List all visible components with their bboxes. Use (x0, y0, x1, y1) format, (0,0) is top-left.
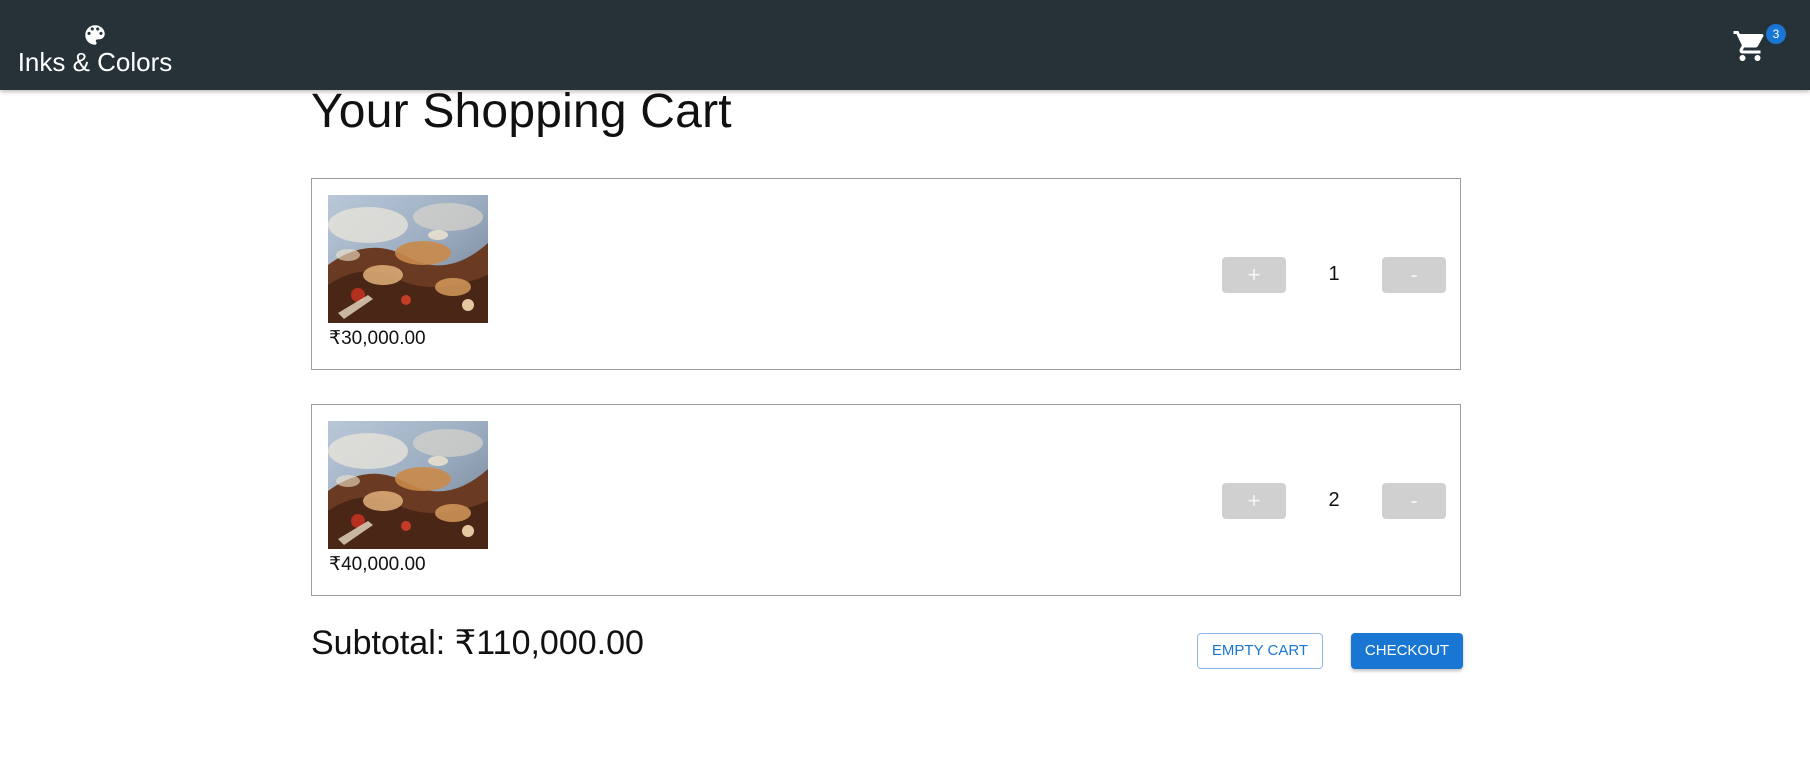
palette-icon (82, 22, 108, 48)
decrease-quantity-button[interactable]: - (1382, 483, 1446, 519)
cart-item: ₹30,000.00 + 1 - (311, 178, 1461, 370)
subtotal: Subtotal: ₹110,000.00 (311, 624, 644, 662)
cart-count-badge: 3 (1766, 24, 1786, 44)
item-quantity: 1 (1328, 263, 1340, 285)
page-title: Your Shopping Cart (311, 85, 732, 138)
product-image (328, 195, 488, 323)
app-bar: Inks & Colors 3 (0, 0, 1810, 90)
decrease-quantity-button[interactable]: - (1382, 257, 1446, 293)
brand-name: Inks & Colors (17, 47, 173, 77)
brand-link[interactable]: Inks & Colors (12, 18, 178, 76)
cart-button[interactable]: 3 (1732, 24, 1786, 78)
item-quantity: 2 (1328, 489, 1340, 511)
item-price: ₹30,000.00 (329, 328, 426, 349)
shopping-cart-icon (1732, 31, 1768, 68)
increase-quantity-button[interactable]: + (1222, 257, 1286, 293)
checkout-button[interactable]: CHECKOUT (1351, 633, 1463, 669)
increase-quantity-button[interactable]: + (1222, 483, 1286, 519)
empty-cart-button[interactable]: EMPTY CART (1197, 633, 1323, 669)
item-price: ₹40,000.00 (329, 554, 426, 575)
product-image (328, 421, 488, 549)
cart-item: ₹40,000.00 + 2 - (311, 404, 1461, 596)
